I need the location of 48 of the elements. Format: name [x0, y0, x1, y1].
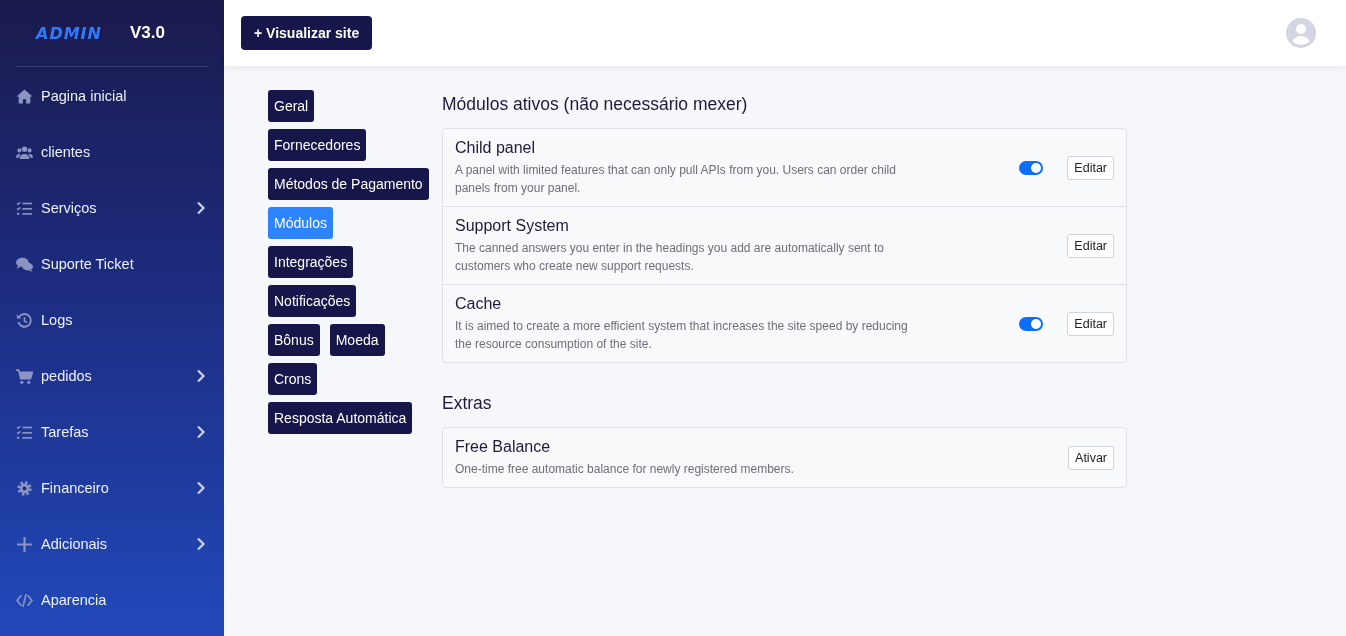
settings-tab[interactable]: Notificações — [268, 285, 357, 317]
sidebar-item[interactable]: Suporte Ticket — [0, 236, 224, 292]
settings-tab[interactable]: Moeda — [329, 324, 385, 356]
admin-logo: ADMIN — [36, 23, 102, 43]
sidebar-item[interactable]: Logs — [0, 292, 224, 348]
history-icon — [16, 311, 33, 329]
home-icon — [16, 87, 33, 105]
module-name: Cache — [455, 295, 503, 313]
module-description: One-time free automatic balance for newly registered members. — [455, 461, 795, 478]
settings-tab[interactable]: Bônus — [268, 324, 320, 356]
sidebar-item[interactable]: Adicionais — [0, 516, 224, 572]
plus-icon — [16, 535, 33, 553]
settings-tab[interactable]: Resposta Automática — [268, 402, 413, 434]
sidebar-item[interactable]: Financeiro — [0, 460, 224, 516]
code-icon — [16, 591, 33, 609]
sidebar-item[interactable]: Pagina inicial — [0, 68, 224, 124]
module-button[interactable]: Editar — [1067, 234, 1114, 258]
module-button[interactable]: Editar — [1067, 156, 1114, 180]
sidebar-item[interactable]: pedidos — [0, 348, 224, 404]
module-description: A panel with limited features that can only pull APIs from you. Users can order child panels from your panel. — [455, 162, 897, 197]
settings-tab[interactable]: Métodos de Pagamento — [268, 168, 429, 200]
task-list-icon — [16, 423, 33, 441]
task-list-icon — [16, 199, 33, 217]
section-title: Módulos ativos (não necessário mexer) — [442, 94, 749, 115]
sidebar-item[interactable]: clientes — [0, 124, 224, 180]
sidebar-item[interactable]: Serviços — [0, 180, 224, 236]
chat-bubbles-icon — [16, 255, 33, 273]
module-name: Support System — [455, 217, 570, 235]
module-button[interactable]: Editar — [1067, 312, 1114, 336]
module-description: The canned answers you enter in the headings you add are automatically sent to customers who create new support requests. — [455, 240, 885, 275]
settings-tab[interactable]: Geral — [268, 90, 315, 122]
section-title: Extras — [442, 393, 493, 414]
sidebar-item[interactable]: Tarefas — [0, 404, 224, 460]
toggle-switch[interactable] — [1019, 161, 1044, 175]
settings-tab[interactable]: Crons — [268, 363, 318, 395]
cart-icon — [16, 367, 33, 385]
sidebar-item[interactable]: Aparencia — [0, 572, 224, 628]
module-name: Child panel — [455, 139, 537, 157]
view-site-button[interactable]: + Visualizar site — [241, 16, 373, 50]
version-label: V3.0 — [129, 23, 165, 43]
module-description: It is aimed to create a more efficient system that increases the site speed by reducing the resource consumption of the site. — [455, 318, 909, 353]
module-button[interactable]: Ativar — [1068, 446, 1114, 470]
settings-tab[interactable]: Fornecedores — [268, 129, 367, 161]
toggle-switch[interactable] — [1019, 317, 1044, 331]
settings-tab[interactable]: Integrações — [268, 246, 354, 278]
module-name: Free Balance — [455, 438, 552, 456]
settings-tab[interactable]: Módulos — [268, 207, 333, 239]
gear-icon — [16, 479, 33, 497]
